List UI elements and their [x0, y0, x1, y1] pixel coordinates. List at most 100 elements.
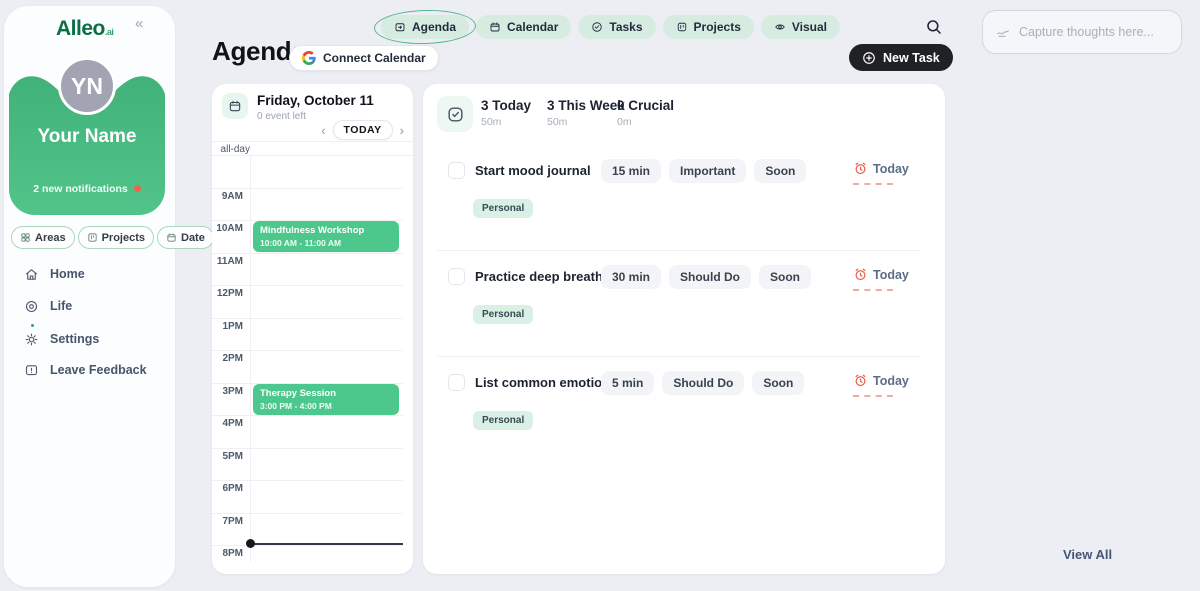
notifications-text[interactable]: 2 new notifications — [9, 183, 165, 195]
urgency-pill[interactable]: Soon — [754, 159, 806, 183]
time-label: 11AM — [212, 256, 243, 267]
due-date-chip[interactable]: Today — [853, 373, 909, 388]
stat-this-week-label: 3 This Week — [547, 98, 625, 113]
home-icon — [24, 267, 39, 282]
view-all-link[interactable]: View All — [1063, 547, 1112, 562]
task-checkbox[interactable] — [448, 268, 465, 285]
due-underline — [853, 395, 893, 397]
visual-eye-icon — [774, 21, 786, 33]
task-tag-personal[interactable]: Personal — [473, 411, 533, 430]
priority-pill[interactable]: Important — [669, 159, 746, 183]
calendar-nav: ‹ TODAY › — [321, 120, 404, 140]
events-left-text: 0 event left — [257, 111, 306, 122]
check-square-icon — [446, 105, 465, 124]
task-pills: 15 min Important Soon — [601, 159, 806, 183]
due-date-chip[interactable]: Today — [853, 267, 909, 282]
calendar-event-therapy[interactable]: Therapy Session 3:00 PM - 4:00 PM — [253, 384, 399, 415]
date-calendar-icon — [166, 232, 177, 243]
time-label: 3PM — [212, 386, 243, 397]
sidebar: Alleo.ai « YN Your Name 2 new notificati… — [4, 6, 175, 587]
sidebar-item-home-label: Home — [50, 267, 85, 281]
filter-date[interactable]: Date — [157, 226, 214, 249]
hour-line — [212, 513, 403, 514]
task-checkbox[interactable] — [448, 374, 465, 391]
sidebar-item-life[interactable]: Life — [24, 295, 72, 317]
hour-line — [212, 350, 403, 351]
hour-line — [212, 318, 403, 319]
prev-day-icon[interactable]: ‹ — [321, 124, 325, 137]
alarm-clock-icon — [853, 267, 868, 282]
alarm-clock-icon — [853, 373, 868, 388]
filter-areas[interactable]: Areas — [11, 226, 75, 249]
avatar[interactable]: YN — [58, 57, 116, 115]
due-date-chip[interactable]: Today — [853, 161, 909, 176]
tab-tasks[interactable]: Tasks — [578, 15, 655, 39]
notification-dot-icon — [134, 185, 141, 192]
filter-areas-label: Areas — [35, 232, 66, 244]
due-underline — [853, 289, 893, 291]
filter-projects-label: Projects — [102, 232, 145, 244]
stat-crucial: 0 Crucial 0m — [617, 98, 674, 128]
task-tag-personal[interactable]: Personal — [473, 199, 533, 218]
calendar-date: Friday, October 11 — [257, 93, 374, 108]
duration-pill[interactable]: 30 min — [601, 265, 661, 289]
task-title[interactable]: List common emotions — [475, 375, 617, 390]
new-task-button[interactable]: New Task — [849, 44, 953, 71]
sidebar-item-feedback[interactable]: Leave Feedback — [24, 359, 147, 381]
app-logo: Alleo.ai — [56, 17, 113, 41]
calendar-icon — [228, 99, 242, 113]
next-day-icon[interactable]: › — [400, 124, 404, 137]
row-divider — [437, 250, 920, 251]
life-target-icon — [24, 299, 39, 314]
scribble-icon — [995, 24, 1011, 40]
time-label: 7PM — [212, 516, 243, 527]
sidebar-item-home[interactable]: Home — [24, 263, 85, 285]
duration-pill[interactable]: 15 min — [601, 159, 661, 183]
search-icon[interactable] — [925, 18, 943, 36]
task-tag-personal[interactable]: Personal — [473, 305, 533, 324]
duration-pill[interactable]: 5 min — [601, 371, 654, 395]
task-row: List common emotions 5 min Should Do Soo… — [423, 366, 945, 462]
hour-line — [212, 480, 403, 481]
capture-input[interactable] — [1019, 25, 1169, 39]
tab-calendar[interactable]: Calendar — [476, 15, 571, 39]
today-button[interactable]: TODAY — [333, 120, 393, 140]
current-time-line — [250, 543, 403, 545]
urgency-pill[interactable]: Soon — [759, 265, 811, 289]
tab-projects[interactable]: Projects — [663, 15, 754, 39]
due-date-label: Today — [873, 162, 909, 176]
sidebar-item-settings[interactable]: Settings — [24, 328, 99, 350]
event-title: Mindfulness Workshop — [260, 225, 392, 236]
task-row: Practice deep breathing 30 min Should Do… — [423, 260, 945, 356]
tab-visual[interactable]: Visual — [761, 15, 840, 39]
filter-projects[interactable]: Projects — [78, 226, 154, 249]
capture-thoughts-box[interactable] — [982, 10, 1182, 54]
time-label: 1PM — [212, 321, 243, 332]
tab-visual-label: Visual — [792, 20, 827, 34]
task-checkbox[interactable] — [448, 162, 465, 179]
tab-agenda-label: Agenda — [412, 20, 456, 34]
sidebar-collapse-icon[interactable]: « — [135, 15, 143, 32]
event-time: 3:00 PM - 4:00 PM — [260, 401, 392, 411]
priority-pill[interactable]: Should Do — [669, 265, 751, 289]
time-label: 9AM — [212, 191, 243, 202]
time-label: 10AM — [212, 223, 243, 234]
stat-today: 3 Today 50m — [481, 98, 531, 128]
priority-pill[interactable]: Should Do — [662, 371, 744, 395]
calendar-panel: Friday, October 11 0 event left ‹ TODAY … — [212, 84, 413, 574]
urgency-pill[interactable]: Soon — [752, 371, 804, 395]
sidebar-item-settings-label: Settings — [50, 332, 99, 346]
top-nav-tabs: Agenda Calendar Tasks Projects Visual — [381, 15, 840, 39]
agenda-icon — [394, 21, 406, 33]
hour-line — [212, 448, 403, 449]
tab-agenda[interactable]: Agenda — [381, 15, 469, 39]
new-task-label: New Task — [883, 51, 940, 65]
task-pills: 5 min Should Do Soon — [601, 371, 804, 395]
connect-calendar-button[interactable]: Connect Calendar — [289, 45, 439, 71]
time-grid-divider — [250, 141, 251, 562]
calendar-event-mindfulness[interactable]: Mindfulness Workshop 10:00 AM - 11:00 AM — [253, 221, 399, 252]
event-title: Therapy Session — [260, 388, 392, 399]
task-title[interactable]: Start mood journal — [475, 163, 591, 178]
alarm-clock-icon — [853, 161, 868, 176]
all-day-label: all-day — [212, 144, 250, 155]
